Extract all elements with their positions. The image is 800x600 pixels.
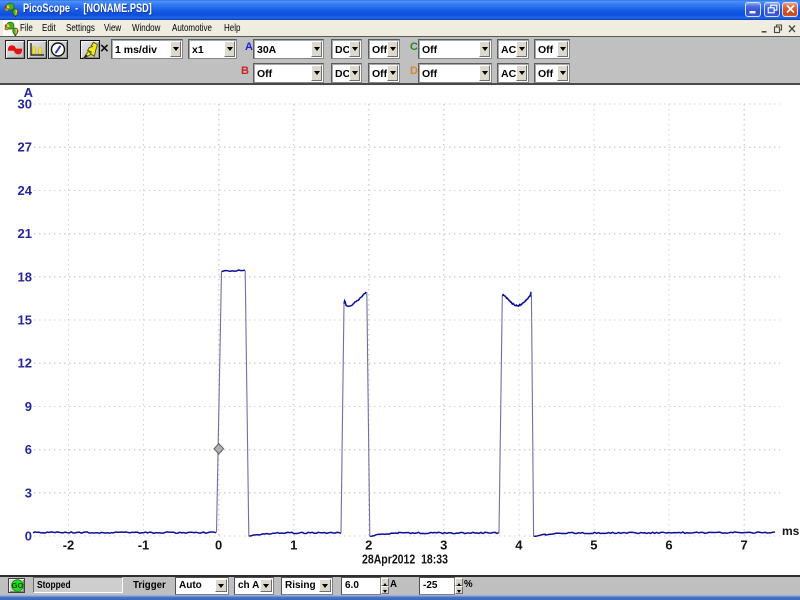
svg-text:GO: GO [12,581,24,590]
svg-text:3: 3 [440,538,447,553]
svg-text:28Apr2012 18:33: 28Apr2012 18:33 [362,553,448,567]
svg-text:4: 4 [515,538,523,553]
svg-text:24: 24 [18,183,33,198]
svg-text:1: 1 [290,538,297,553]
svg-text:5: 5 [590,538,597,553]
svg-text:3: 3 [25,485,32,500]
svg-text:15: 15 [18,313,32,328]
svg-text:0: 0 [215,538,222,553]
svg-text:30: 30 [18,97,32,112]
svg-text:0: 0 [25,529,32,544]
svg-text:9: 9 [25,399,32,414]
svg-text:12: 12 [18,356,32,371]
svg-text:21: 21 [18,226,32,241]
svg-text:7: 7 [740,538,747,553]
svg-text:6: 6 [25,442,32,457]
svg-text:18: 18 [18,269,32,284]
svg-text:2: 2 [365,538,372,553]
svg-text:27: 27 [18,140,32,155]
svg-text:-2: -2 [63,538,75,553]
svg-text:-1: -1 [138,538,150,553]
svg-text:ms: ms [782,524,800,538]
svg-text:6: 6 [665,538,672,553]
